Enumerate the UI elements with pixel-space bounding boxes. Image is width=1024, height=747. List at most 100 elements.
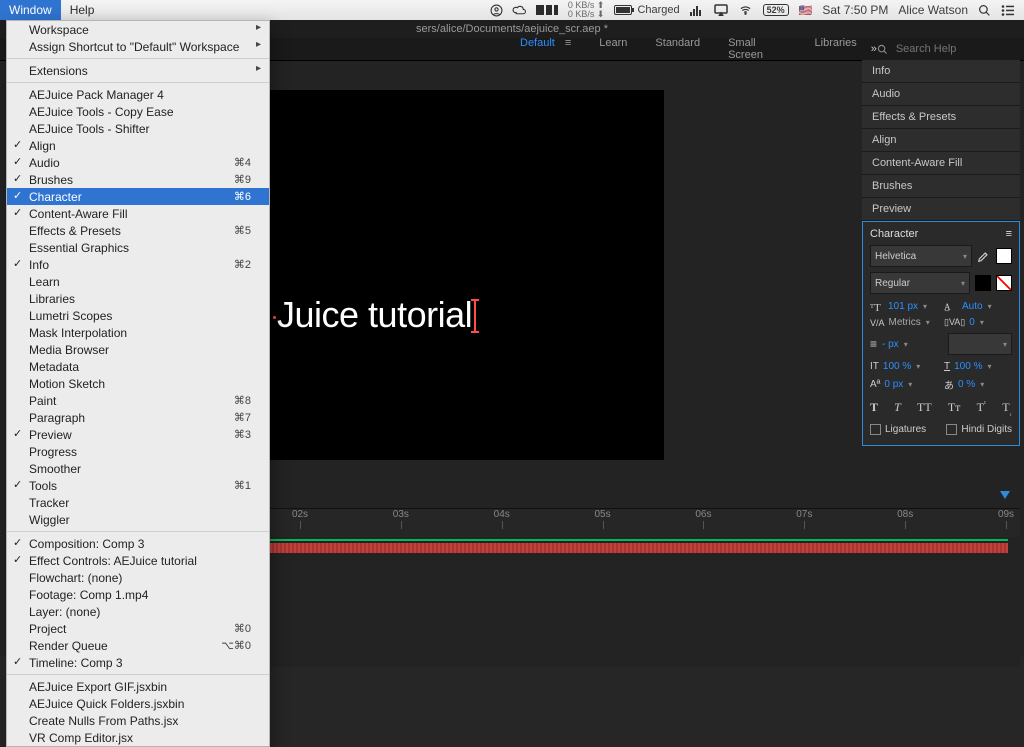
- menu-item[interactable]: Essential Graphics: [7, 239, 269, 256]
- stroke-none-swatch[interactable]: [996, 275, 1012, 291]
- spotlight-icon[interactable]: [978, 4, 991, 17]
- fill-color-swatch[interactable]: [996, 248, 1012, 264]
- menu-item[interactable]: Mask Interpolation: [7, 324, 269, 341]
- menu-item[interactable]: AEJuice Tools - Copy Ease: [7, 103, 269, 120]
- workspace-menu-icon[interactable]: ≡: [565, 37, 571, 61]
- help-search-input[interactable]: [894, 42, 1008, 56]
- menu-item[interactable]: Paint⌘8: [7, 392, 269, 409]
- menu-item[interactable]: AEJuice Quick Folders.jsxbin: [7, 695, 269, 712]
- menu-item[interactable]: Preview⌘3: [7, 426, 269, 443]
- eyedropper-icon[interactable]: [977, 249, 991, 263]
- italic-toggle[interactable]: T: [894, 400, 901, 416]
- smallcaps-toggle[interactable]: Tᴛ: [948, 400, 961, 416]
- menu-item[interactable]: Info⌘2: [7, 256, 269, 273]
- menu-item[interactable]: Render Queue⌥⌘0: [7, 637, 269, 654]
- workspace-libraries[interactable]: Libraries: [815, 37, 857, 61]
- menu-item[interactable]: VR Comp Editor.jsx: [7, 729, 269, 746]
- panel-brushes[interactable]: Brushes: [862, 175, 1020, 198]
- battery-percent-icon[interactable]: 52%: [763, 4, 789, 16]
- tsume-field[interactable]: あ 0 %▾: [944, 377, 1012, 392]
- menubar-window[interactable]: Window: [0, 0, 61, 20]
- menu-item[interactable]: Metadata: [7, 358, 269, 375]
- composition-preview[interactable]: Juice tutorial: [270, 90, 664, 460]
- menu-item[interactable]: Layer: (none): [7, 603, 269, 620]
- font-style-select[interactable]: Regular▾: [870, 272, 970, 294]
- cloud-sync-icon[interactable]: [512, 4, 527, 17]
- stroke-color-swatch[interactable]: [975, 275, 991, 291]
- display-arrangement-icon[interactable]: [536, 4, 558, 16]
- menumeter-icon[interactable]: [690, 4, 704, 16]
- user-circle-icon[interactable]: [490, 4, 503, 17]
- battery-icon[interactable]: Charged: [614, 4, 679, 16]
- flag-icon[interactable]: 🇺🇸: [799, 4, 813, 17]
- menu-item[interactable]: Align: [7, 137, 269, 154]
- menu-item[interactable]: Tracker: [7, 494, 269, 511]
- stroke-style-select[interactable]: ▾: [948, 333, 1012, 355]
- menu-item[interactable]: Progress: [7, 443, 269, 460]
- menu-item[interactable]: Tools⌘1: [7, 477, 269, 494]
- panel-align[interactable]: Align: [862, 129, 1020, 152]
- kerning-field[interactable]: V/A Metrics▾: [870, 317, 938, 328]
- timeline-track[interactable]: [270, 539, 1020, 549]
- menu-item[interactable]: Extensions: [7, 62, 269, 79]
- menu-item[interactable]: Paragraph⌘7: [7, 409, 269, 426]
- menu-item[interactable]: Project⌘0: [7, 620, 269, 637]
- panel-caf[interactable]: Content-Aware Fill: [862, 152, 1020, 175]
- allcaps-toggle[interactable]: TT: [917, 400, 932, 416]
- workspace-smallscreen[interactable]: Small Screen: [728, 37, 786, 61]
- menu-item[interactable]: Brushes⌘9: [7, 171, 269, 188]
- menu-item[interactable]: Composition: Comp 3: [7, 535, 269, 552]
- font-family-select[interactable]: Helvetica▾: [870, 245, 972, 267]
- workspace-learn[interactable]: Learn: [599, 37, 627, 61]
- menu-item[interactable]: Wiggler: [7, 511, 269, 528]
- ligatures-checkbox[interactable]: Ligatures: [870, 424, 926, 435]
- menubar-user[interactable]: Alice Watson: [898, 3, 968, 17]
- stroke-width-field[interactable]: - px▾: [882, 339, 908, 350]
- baseline-shift-field[interactable]: Aª 0 px▾: [870, 377, 938, 392]
- panel-preview[interactable]: Preview: [862, 198, 1020, 221]
- hindi-digits-checkbox[interactable]: Hindi Digits: [946, 424, 1012, 435]
- tracking-field[interactable]: ▯VA▯ 0▾: [944, 317, 1012, 328]
- menubar-help[interactable]: Help: [61, 0, 104, 20]
- menu-item[interactable]: Audio⌘4: [7, 154, 269, 171]
- menu-item[interactable]: AEJuice Tools - Shifter: [7, 120, 269, 137]
- wifi-icon[interactable]: [738, 5, 753, 16]
- timeline-panel[interactable]: 02s03s04s05s06s07s08s09s: [270, 508, 1020, 667]
- menu-item[interactable]: Motion Sketch: [7, 375, 269, 392]
- menu-item[interactable]: Footage: Comp 1.mp4: [7, 586, 269, 603]
- menu-item[interactable]: Lumetri Scopes: [7, 307, 269, 324]
- workspace-standard[interactable]: Standard: [655, 37, 700, 61]
- panel-effects[interactable]: Effects & Presets: [862, 106, 1020, 129]
- vertical-scale-field[interactable]: IT 100 %▾: [870, 361, 938, 372]
- menu-item[interactable]: Workspace: [7, 21, 269, 38]
- menu-item[interactable]: Learn: [7, 273, 269, 290]
- font-size-field[interactable]: ᵀT 101 px▾: [870, 300, 938, 312]
- workspace-default[interactable]: Default: [520, 37, 555, 61]
- menu-item[interactable]: Flowchart: (none): [7, 569, 269, 586]
- menubar-clock[interactable]: Sat 7:50 PM: [822, 3, 888, 17]
- help-search[interactable]: [877, 42, 1014, 56]
- horizontal-scale-field[interactable]: T 100 %▾: [944, 361, 1012, 372]
- panel-info[interactable]: Info: [862, 60, 1020, 83]
- list-icon[interactable]: [1001, 5, 1014, 16]
- menu-item[interactable]: AEJuice Export GIF.jsxbin: [7, 678, 269, 695]
- menu-item[interactable]: Character⌘6: [7, 188, 269, 205]
- menu-item[interactable]: Assign Shortcut to "Default" Workspace: [7, 38, 269, 55]
- menu-item[interactable]: Content-Aware Fill: [7, 205, 269, 222]
- airplay-icon[interactable]: [714, 4, 728, 16]
- menu-item[interactable]: Effects & Presets⌘5: [7, 222, 269, 239]
- menu-item[interactable]: Create Nulls From Paths.jsx: [7, 712, 269, 729]
- menu-item[interactable]: Timeline: Comp 3: [7, 654, 269, 671]
- menu-item[interactable]: Libraries: [7, 290, 269, 307]
- menu-item[interactable]: Smoother: [7, 460, 269, 477]
- playhead-icon[interactable]: [1000, 491, 1010, 499]
- superscript-toggle[interactable]: T¹: [977, 400, 986, 416]
- subscript-toggle[interactable]: T₁: [1002, 400, 1012, 416]
- panel-audio[interactable]: Audio: [862, 83, 1020, 106]
- panel-menu-icon[interactable]: ≡: [1006, 228, 1012, 240]
- leading-field[interactable]: A̲ Auto▾: [944, 300, 1012, 312]
- window-menu-dropdown[interactable]: WorkspaceAssign Shortcut to "Default" Wo…: [6, 20, 270, 747]
- timeline-ruler[interactable]: 02s03s04s05s06s07s08s09s: [270, 509, 1020, 537]
- bold-toggle[interactable]: T: [870, 400, 878, 416]
- menu-item[interactable]: Effect Controls: AEJuice tutorial: [7, 552, 269, 569]
